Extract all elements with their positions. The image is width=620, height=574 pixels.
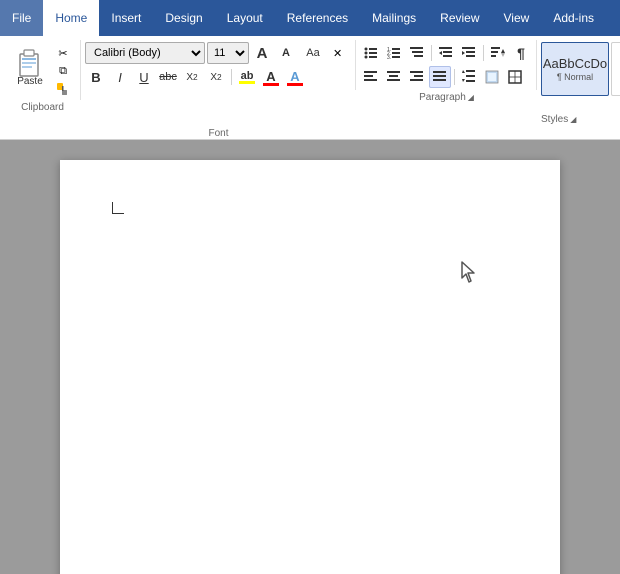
style-normal-preview: AaBbCcDo xyxy=(543,56,607,72)
styles-label-text: Styles xyxy=(541,114,568,125)
numbering-icon: 1. 2. 3. xyxy=(387,46,401,60)
superscript-button[interactable]: X2 xyxy=(205,66,227,88)
align-center-button[interactable] xyxy=(383,66,405,88)
paragraph-label: Paragraph ◢ xyxy=(356,90,537,103)
italic-button[interactable]: I xyxy=(109,66,131,88)
mouse-cursor-icon xyxy=(460,260,480,284)
increase-indent-button[interactable] xyxy=(458,42,480,64)
style-normal[interactable]: AaBbCcDo ¶ Normal xyxy=(541,42,609,96)
ribbon-toolbar: Paste ✂ ⧉ Clipboard xyxy=(4,40,616,139)
text-highlight-button[interactable]: ab xyxy=(236,66,258,88)
clipboard-controls: Paste ✂ ⧉ xyxy=(4,40,81,100)
styles-label: Styles ◢ xyxy=(537,112,620,125)
clipboard-label: Clipboard xyxy=(4,100,81,113)
bold-button[interactable]: B xyxy=(85,66,107,88)
styles-group: AaBbCcDo ¶ Normal AaBbC No Sp... ▲ ▼ ⏷ S… xyxy=(537,40,620,139)
menu-file[interactable]: File xyxy=(0,0,43,36)
font-group: Calibri (Body) 11 A A Aa ✕ B xyxy=(81,40,356,139)
menu-addins[interactable]: Add-ins xyxy=(541,0,606,36)
line-spacing-button[interactable] xyxy=(458,66,480,88)
para-row1: 1. 2. 3. xyxy=(360,42,532,64)
decrease-indent-button[interactable] xyxy=(435,42,457,64)
menu-layout[interactable]: Layout xyxy=(215,0,275,36)
borders-button[interactable] xyxy=(504,66,526,88)
font-size-select[interactable]: 11 xyxy=(207,42,249,64)
font-color-button[interactable]: A xyxy=(260,66,282,88)
paragraph-shading-button[interactable] xyxy=(481,66,503,88)
text-cursor xyxy=(112,202,124,214)
font-row2: B I U abc X2 X2 ab A xyxy=(85,66,351,88)
menu-design[interactable]: Design xyxy=(153,0,214,36)
change-case-button[interactable]: Aa xyxy=(299,42,327,64)
paragraph-controls: 1. 2. 3. xyxy=(356,40,537,90)
strikethrough-button[interactable]: abc xyxy=(157,66,179,88)
font-name-select[interactable]: Calibri (Body) xyxy=(85,42,205,64)
align-center-icon xyxy=(387,70,401,84)
subscript-button[interactable]: X2 xyxy=(181,66,203,88)
styles-controls: AaBbCcDo ¶ Normal AaBbC No Sp... ▲ ▼ ⏷ xyxy=(537,40,620,112)
decrease-indent-icon xyxy=(439,46,453,60)
sort-icon xyxy=(491,46,505,60)
paragraph-group: 1. 2. 3. xyxy=(356,40,537,139)
align-left-icon xyxy=(364,70,378,84)
ribbon: Paste ✂ ⧉ Clipboard xyxy=(0,36,620,140)
style-normal-name: ¶ Normal xyxy=(557,72,593,82)
styles-expand-icon[interactable]: ◢ xyxy=(570,115,576,124)
clipboard-small-buttons: ✂ ⧉ xyxy=(52,44,74,98)
justify-icon xyxy=(433,70,447,84)
sort-button[interactable] xyxy=(487,42,509,64)
menu-home[interactable]: Home xyxy=(43,0,99,36)
menu-mailings[interactable]: Mailings xyxy=(360,0,428,36)
menu-insert[interactable]: Insert xyxy=(99,0,153,36)
para-shading-icon xyxy=(485,70,499,84)
mouse-cursor xyxy=(460,260,480,289)
underline-button[interactable]: U xyxy=(133,66,155,88)
style-no-spacing[interactable]: AaBbC No Sp... xyxy=(611,42,620,96)
numbering-button[interactable]: 1. 2. 3. xyxy=(383,42,405,64)
bullets-button[interactable] xyxy=(360,42,382,64)
menu-references[interactable]: References xyxy=(275,0,360,36)
shading-button[interactable]: A xyxy=(284,66,306,88)
copy-button[interactable]: ⧉ xyxy=(52,62,74,80)
paste-label: Paste xyxy=(17,76,43,87)
para-row2 xyxy=(360,66,532,88)
show-marks-button[interactable]: ¶ xyxy=(510,42,532,64)
format-painter-button[interactable] xyxy=(52,80,74,98)
multilevel-button[interactable] xyxy=(406,42,428,64)
menu-bar: File Home Insert Design Layout Reference… xyxy=(0,0,620,36)
paste-button[interactable]: Paste xyxy=(10,42,50,89)
multilevel-icon xyxy=(410,46,424,60)
document-area xyxy=(0,140,620,574)
paragraph-label-text: Paragraph xyxy=(419,92,466,103)
font-row1: Calibri (Body) 11 A A Aa ✕ xyxy=(85,42,351,64)
clipboard-group: Paste ✂ ⧉ Clipboard xyxy=(4,40,81,139)
format-painter-icon xyxy=(55,81,71,97)
font-controls: Calibri (Body) 11 A A Aa ✕ B xyxy=(81,40,356,90)
align-left-button[interactable] xyxy=(360,66,382,88)
paragraph-expand-icon[interactable]: ◢ xyxy=(468,93,474,102)
align-right-icon xyxy=(410,70,424,84)
cut-button[interactable]: ✂ xyxy=(52,44,74,62)
svg-text:✕: ✕ xyxy=(333,48,342,60)
menu-view[interactable]: View xyxy=(492,0,542,36)
document-page[interactable] xyxy=(60,160,560,574)
font-shrink-button[interactable]: A xyxy=(275,42,297,64)
menu-review[interactable]: Review xyxy=(428,0,491,36)
justify-button[interactable] xyxy=(429,66,451,88)
font-label: Font xyxy=(81,126,356,139)
svg-text:3.: 3. xyxy=(387,55,391,60)
clear-format-button[interactable]: ✕ xyxy=(329,42,351,64)
borders-icon xyxy=(508,70,522,84)
increase-indent-icon xyxy=(462,46,476,60)
align-right-button[interactable] xyxy=(406,66,428,88)
paste-icon xyxy=(14,44,46,78)
line-spacing-icon xyxy=(462,70,476,84)
bullets-icon xyxy=(364,46,378,60)
clear-format-icon: ✕ xyxy=(333,46,347,60)
font-grow-button[interactable]: A xyxy=(251,42,273,64)
